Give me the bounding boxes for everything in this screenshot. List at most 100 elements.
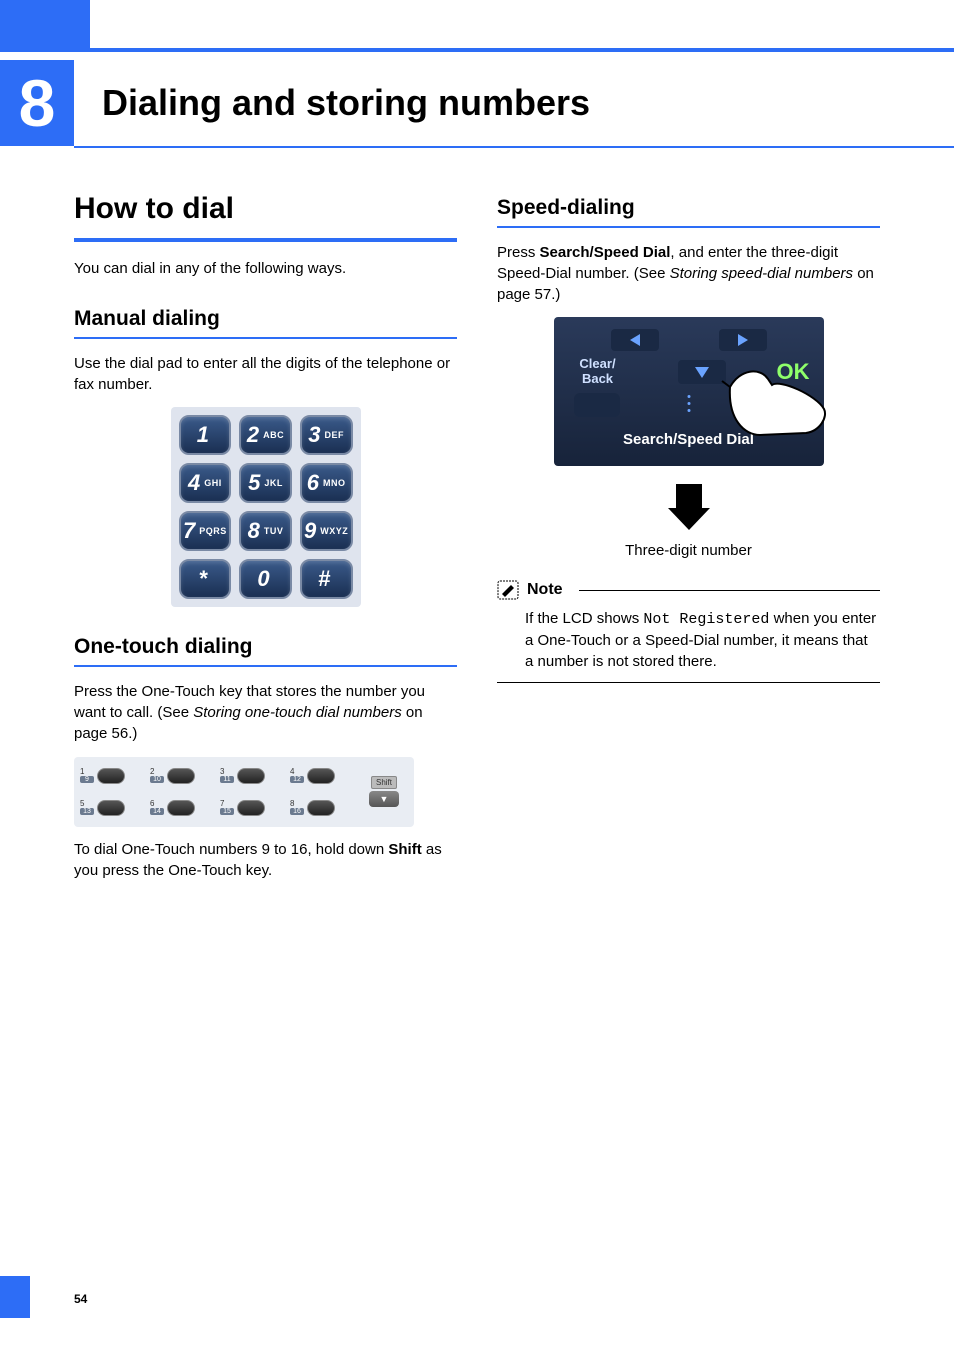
one-touch-number: 2 <box>150 768 164 776</box>
one-touch-number: 6 <box>150 800 164 808</box>
one-touch-label: 816 <box>290 800 304 815</box>
one-touch-label: 715 <box>220 800 234 815</box>
key-digit: 7 <box>183 518 195 544</box>
note-rule <box>579 590 880 591</box>
top-blue-block <box>0 0 90 48</box>
key-letters: PQRS <box>199 526 227 536</box>
one-touch-alt-number: 16 <box>290 808 304 815</box>
manual-dialing-heading: Manual dialing <box>74 307 457 331</box>
sub-rule <box>74 665 457 667</box>
key-digit: 8 <box>248 518 260 544</box>
shift-label: Shift <box>371 776 397 789</box>
triangle-right-icon <box>738 334 748 346</box>
dialpad-key: 9WXYZ <box>300 511 353 551</box>
note-pencil-icon <box>497 580 519 600</box>
speed-dialing-heading: Speed-dialing <box>497 196 880 220</box>
key-letters: GHI <box>204 478 222 488</box>
one-touch-alt-number: 12 <box>290 776 304 783</box>
note-title: Note <box>527 581 563 599</box>
manual-dialing-body: Use the dial pad to enter all the digits… <box>74 353 457 396</box>
one-touch-label: 311 <box>220 768 234 783</box>
sub-rule <box>74 337 457 339</box>
one-touch-number: 7 <box>220 800 234 808</box>
key-letters: DEF <box>325 430 345 440</box>
one-touch-label: 210 <box>150 768 164 783</box>
one-touch-alt-number: 14 <box>150 808 164 815</box>
bold-text: Shift <box>388 841 421 858</box>
one-touch-cell: 816 <box>290 793 356 823</box>
one-touch-after: To dial One-Touch numbers 9 to 16, hold … <box>74 839 457 882</box>
triangle-down-icon <box>695 367 709 378</box>
dialpad-key: * <box>179 559 232 599</box>
one-touch-cell: 513 <box>80 793 146 823</box>
dots-icon <box>687 395 690 412</box>
note-header: Note <box>497 580 880 600</box>
dialpad-key: 0 <box>239 559 292 599</box>
blank-button <box>574 393 620 417</box>
one-touch-cell: 614 <box>150 793 216 823</box>
shift-area: Shift ▼ <box>360 761 408 823</box>
note-body: If the LCD shows Not Registered when you… <box>497 602 880 683</box>
mono-text: Not Registered <box>643 611 769 628</box>
bold-text: Search/Speed Dial <box>540 244 671 261</box>
triangle-left-icon <box>630 334 640 346</box>
key-digit: 2 <box>247 422 259 448</box>
clear-back-label: Clear/ Back <box>568 357 628 387</box>
key-digit: 1 <box>197 422 209 448</box>
down-arrow-icon <box>668 484 710 530</box>
one-touch-number: 1 <box>80 768 94 776</box>
note-end-rule <box>497 682 880 683</box>
sub-rule <box>497 226 880 228</box>
link-text: Storing speed-dial numbers <box>670 265 853 282</box>
dialpad-key: 7 PQRS <box>179 511 232 551</box>
key-letters: JKL <box>264 478 283 488</box>
section-rule <box>74 238 457 242</box>
one-touch-button <box>237 768 265 784</box>
top-bar <box>0 0 954 48</box>
one-touch-label: 513 <box>80 800 94 815</box>
one-touch-cell: 311 <box>220 761 286 791</box>
one-touch-heading: One-touch dialing <box>74 635 457 659</box>
one-touch-body: Press the One-Touch key that stores the … <box>74 681 457 745</box>
dialpad-key: 3 DEF <box>300 415 353 455</box>
one-touch-cell: 210 <box>150 761 216 791</box>
one-touch-cell: 715 <box>220 793 286 823</box>
key-digit: 3 <box>308 422 320 448</box>
right-column: Speed-dialing Press Search/Speed Dial, a… <box>497 192 880 893</box>
chapter-number: 8 <box>0 60 74 146</box>
dialpad-key: 6MNO <box>300 463 353 503</box>
nav-left-button <box>611 329 659 351</box>
one-touch-button <box>307 800 335 816</box>
key-digit: * <box>199 566 208 592</box>
chapter-title: Dialing and storing numbers <box>74 60 590 146</box>
key-letters: TUV <box>264 526 284 536</box>
page-number: 54 <box>74 1292 87 1306</box>
link-text: Storing one-touch dial numbers <box>193 704 401 721</box>
one-touch-label: 412 <box>290 768 304 783</box>
how-to-dial-intro: You can dial in any of the following way… <box>74 258 457 279</box>
key-digit: # <box>318 566 330 592</box>
dialpad-key: 2 ABC <box>239 415 292 455</box>
one-touch-alt-number: 11 <box>220 776 234 783</box>
one-touch-button <box>167 768 195 784</box>
key-digit: 9 <box>304 518 316 544</box>
one-touch-button <box>97 768 125 784</box>
side-tab <box>0 1276 30 1318</box>
key-digit: 5 <box>248 470 260 496</box>
one-touch-panel-figure: 19210311412513614715816Shift▼ <box>74 757 414 827</box>
one-touch-button <box>237 800 265 816</box>
shift-button: ▼ <box>369 791 399 807</box>
dialpad-key: 8 TUV <box>239 511 292 551</box>
one-touch-label: 19 <box>80 768 94 783</box>
one-touch-cell: 19 <box>80 761 146 791</box>
speed-dialing-body: Press Search/Speed Dial, and enter the t… <box>497 242 880 306</box>
key-letters: MNO <box>323 478 346 488</box>
one-touch-number: 5 <box>80 800 94 808</box>
one-touch-number: 3 <box>220 768 234 776</box>
chapter-header: 8 Dialing and storing numbers <box>0 60 954 146</box>
one-touch-button <box>97 800 125 816</box>
dialpad-key: # <box>300 559 353 599</box>
key-letters: ABC <box>263 430 284 440</box>
one-touch-alt-number: 9 <box>80 776 94 783</box>
how-to-dial-heading: How to dial <box>74 192 457 226</box>
